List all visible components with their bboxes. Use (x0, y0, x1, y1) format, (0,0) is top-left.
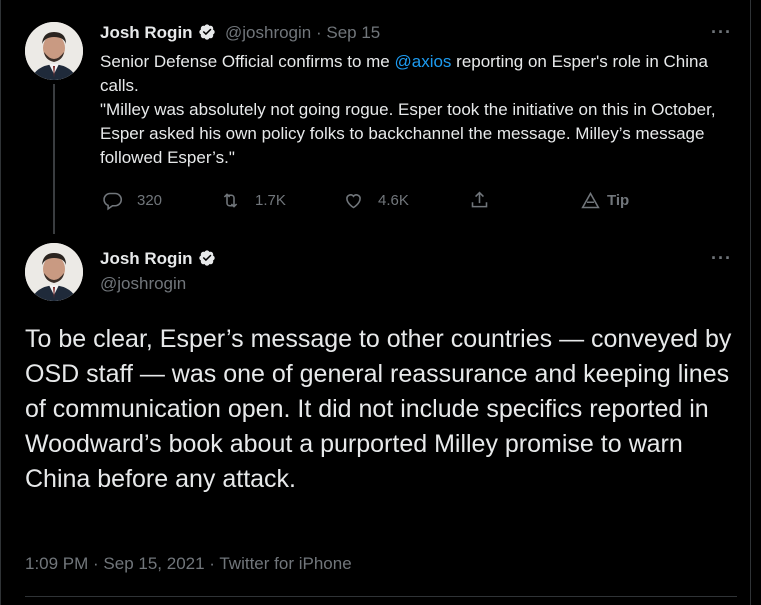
like-button[interactable]: 4.6K (343, 190, 409, 211)
author-handle[interactable]: @joshrogin (100, 274, 186, 294)
tip-button[interactable]: Tip (580, 190, 629, 211)
share-button[interactable] (469, 190, 490, 211)
reply-button[interactable]: 320 (102, 190, 162, 211)
tweet-paragraph-1: Senior Defense Official confirms to me @… (100, 50, 730, 98)
retweet-icon (223, 193, 238, 208)
avatar[interactable] (25, 243, 83, 301)
separator-dot: · (311, 23, 327, 42)
reply-count: 320 (137, 192, 163, 209)
verified-badge-icon (198, 24, 215, 40)
tweet-actions: 320 1.7K 4.6K Tip (102, 190, 662, 214)
more-options-icon[interactable]: ··· (711, 248, 732, 269)
tweet-text: Senior Defense Official confirms to me @… (100, 50, 730, 170)
thread-connector-line (53, 84, 55, 234)
tweet-thread: Josh Rogin @joshrogin · Sep 15 ··· Senio… (0, 0, 751, 605)
main-tweet-text: To be clear, Esper’s message to other co… (25, 325, 732, 493)
author-name[interactable]: Josh Rogin (100, 23, 216, 43)
avatar[interactable] (25, 22, 83, 80)
tweet-paragraph-2: "Milley was absolutely not going rogue. … (100, 100, 716, 167)
more-options-icon[interactable]: ··· (711, 22, 732, 43)
tip-icon (581, 191, 600, 209)
tweet-text-segment: Senior Defense Official confirms to me (100, 52, 395, 71)
author-name[interactable]: Josh Rogin (100, 249, 216, 269)
divider (25, 596, 737, 597)
tweet-timestamp[interactable]: 1:09 PM · Sep 15, 2021 · Twitter for iPh… (25, 554, 352, 574)
author-handle[interactable]: @joshrogin (225, 23, 311, 42)
mention-link[interactable]: @axios (394, 52, 451, 71)
retweet-button[interactable]: 1.7K (220, 190, 286, 211)
author-name-text[interactable]: Josh Rogin (100, 249, 193, 268)
tweet-date[interactable]: Sep 15 (326, 23, 380, 42)
heart-icon (346, 194, 361, 209)
tweet-handle-date[interactable]: @joshrogin · Sep 15 (225, 23, 380, 43)
like-count: 4.6K (378, 192, 409, 209)
verified-badge-icon (198, 250, 215, 266)
tip-label: Tip (607, 192, 630, 209)
reply-icon (103, 192, 123, 211)
retweet-count: 1.7K (255, 192, 286, 209)
share-icon (471, 191, 488, 208)
author-name-text[interactable]: Josh Rogin (100, 23, 193, 42)
